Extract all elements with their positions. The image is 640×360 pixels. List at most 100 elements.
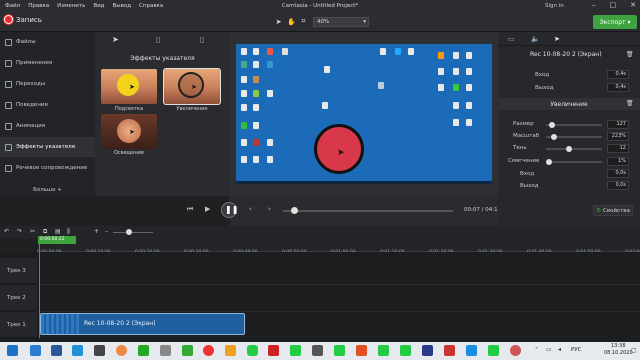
delete-icon[interactable]: 🗑 bbox=[626, 100, 634, 107]
maximize-icon[interactable]: □ bbox=[610, 1, 617, 9]
effect-spotlight-thumb[interactable]: ➤ bbox=[101, 114, 157, 149]
menu-export[interactable]: Вывод bbox=[112, 3, 131, 9]
split-icon[interactable]: ⫼ bbox=[67, 228, 70, 236]
canvas-preview[interactable] bbox=[236, 44, 492, 184]
visual-properties-icon[interactable]: ▭ bbox=[508, 35, 515, 43]
zoom-in-icon[interactable]: + bbox=[94, 228, 99, 235]
camtasia-icon[interactable] bbox=[378, 345, 389, 356]
camtasia-icon[interactable] bbox=[334, 345, 345, 356]
undo-icon[interactable]: ↶ bbox=[4, 228, 9, 235]
menu-view[interactable]: Вид bbox=[93, 3, 104, 9]
camtasia-icon[interactable] bbox=[488, 345, 499, 356]
cut-icon[interactable]: ✂ bbox=[30, 228, 35, 235]
app-icon[interactable] bbox=[422, 345, 433, 356]
mouse-right-tab-icon[interactable]: ▯ bbox=[200, 35, 204, 44]
playhead-time[interactable]: 0:00:00;22 bbox=[38, 236, 76, 244]
delete-icon[interactable]: 🗑 bbox=[626, 51, 634, 58]
crop-tool-icon[interactable]: ⌗ bbox=[298, 16, 309, 27]
softness-slider[interactable] bbox=[546, 161, 602, 163]
slider-handle[interactable] bbox=[566, 146, 572, 152]
notification-icon[interactable]: ▢ bbox=[631, 347, 637, 354]
tray-chevron-icon[interactable]: ˄ bbox=[535, 347, 538, 354]
sidebar-item-behaviors[interactable]: Поведения bbox=[0, 95, 95, 115]
hand-tool-icon[interactable]: ✋ bbox=[286, 16, 297, 27]
more-button[interactable]: Больше + bbox=[0, 183, 95, 196]
slider-handle[interactable] bbox=[546, 159, 552, 165]
paste-icon[interactable]: ▤ bbox=[55, 228, 61, 235]
menu-file[interactable]: Файл bbox=[5, 3, 20, 9]
menu-help[interactable]: Справка bbox=[139, 3, 163, 9]
audio-properties-icon[interactable]: 🔈 bbox=[531, 35, 540, 43]
next-icon[interactable]: › bbox=[268, 205, 271, 213]
volume-icon[interactable]: ◂ bbox=[558, 346, 561, 353]
copy-icon[interactable]: ⧉ bbox=[43, 228, 47, 236]
word-icon[interactable] bbox=[51, 345, 62, 356]
zoom-out-icon[interactable]: – bbox=[105, 228, 108, 235]
app-icon[interactable] bbox=[444, 345, 455, 356]
play-icon[interactable]: ▶ bbox=[205, 205, 210, 213]
sidebar-item-annotations[interactable]: Применения bbox=[0, 53, 95, 73]
export-button[interactable]: Экспорт ▾ bbox=[593, 15, 637, 29]
magnify-section-header[interactable]: Увеличение bbox=[498, 98, 640, 110]
shadow-slider[interactable] bbox=[546, 148, 602, 150]
cursor-properties-icon[interactable]: ➤ bbox=[554, 35, 560, 43]
start-icon[interactable] bbox=[7, 345, 18, 356]
app-icon[interactable] bbox=[510, 345, 521, 356]
property-input[interactable]: 0,0s bbox=[607, 169, 629, 178]
camtasia-icon[interactable] bbox=[400, 345, 411, 356]
property-input[interactable]: 0,4s bbox=[607, 70, 629, 79]
sidebar-item-cursor-effects[interactable]: Эффекты указателя bbox=[0, 137, 95, 157]
timeline-zoom-slider[interactable] bbox=[113, 232, 153, 233]
left-click-tab-icon[interactable]: ➤ bbox=[112, 35, 119, 44]
slider-handle[interactable] bbox=[551, 134, 557, 140]
language-indicator[interactable]: РУС bbox=[571, 347, 582, 353]
property-input[interactable]: 127 bbox=[607, 120, 629, 129]
pointer-tool-icon[interactable]: ➤ bbox=[273, 16, 284, 27]
app-icon[interactable] bbox=[312, 345, 323, 356]
slider-handle[interactable] bbox=[126, 229, 132, 235]
app-icon[interactable] bbox=[138, 345, 149, 356]
sidebar-item-transitions[interactable]: Переходы bbox=[0, 74, 95, 94]
network-icon[interactable]: ▭ bbox=[546, 346, 552, 353]
minimize-icon[interactable]: – bbox=[592, 1, 596, 9]
app-icon[interactable] bbox=[72, 345, 83, 356]
step-back-icon[interactable]: ⏮ bbox=[187, 205, 193, 214]
app-icon[interactable] bbox=[94, 345, 105, 356]
property-input[interactable]: 0,4s bbox=[607, 83, 629, 92]
app-icon[interactable] bbox=[225, 345, 236, 356]
property-input[interactable]: 12 bbox=[607, 144, 629, 153]
menu-modify[interactable]: Изменить bbox=[57, 3, 85, 9]
sign-in-link[interactable]: Sign in bbox=[545, 3, 564, 9]
play-pause-button[interactable]: ❚❚ bbox=[221, 202, 238, 218]
app-icon[interactable] bbox=[30, 345, 41, 356]
track-label[interactable]: Трек 1 bbox=[0, 312, 37, 338]
record-button[interactable]: Запись bbox=[4, 15, 42, 24]
camtasia-icon[interactable] bbox=[247, 345, 258, 356]
track-label[interactable]: Трек 2 bbox=[0, 285, 37, 311]
property-input[interactable]: 0,0s bbox=[607, 181, 629, 190]
app-icon[interactable] bbox=[356, 345, 367, 356]
playhead[interactable] bbox=[39, 238, 40, 338]
scrubber-track[interactable] bbox=[283, 210, 453, 212]
browser-icon[interactable] bbox=[116, 345, 127, 356]
effect-highlight-thumb[interactable]: ➤ bbox=[101, 69, 157, 104]
app-icon[interactable] bbox=[466, 345, 477, 356]
sidebar-item-voice-narration[interactable]: Речевое сопровождение bbox=[0, 158, 95, 178]
mouse-left-tab-icon[interactable]: ▯ bbox=[156, 35, 160, 44]
opera-icon[interactable] bbox=[203, 345, 214, 356]
properties-button[interactable]: ⚙ Свойства bbox=[593, 205, 633, 216]
menu-edit[interactable]: Правка bbox=[28, 3, 49, 9]
app-icon[interactable] bbox=[268, 345, 279, 356]
redo-icon[interactable]: ↷ bbox=[17, 228, 22, 235]
slider-handle[interactable] bbox=[549, 122, 555, 128]
scrubber-handle[interactable] bbox=[291, 207, 298, 214]
sidebar-item-animations[interactable]: Анимация bbox=[0, 116, 95, 136]
app-icon[interactable] bbox=[182, 345, 193, 356]
effect-magnify-thumb[interactable]: ➤ bbox=[163, 68, 221, 105]
camtasia-icon[interactable] bbox=[290, 345, 301, 356]
sidebar-item-media[interactable]: Файлы bbox=[0, 32, 95, 52]
property-input[interactable]: 223% bbox=[607, 132, 629, 141]
app-icon[interactable] bbox=[160, 345, 171, 356]
zoom-select[interactable]: 40% ▾ bbox=[313, 17, 369, 27]
property-input[interactable]: 1% bbox=[607, 157, 629, 166]
